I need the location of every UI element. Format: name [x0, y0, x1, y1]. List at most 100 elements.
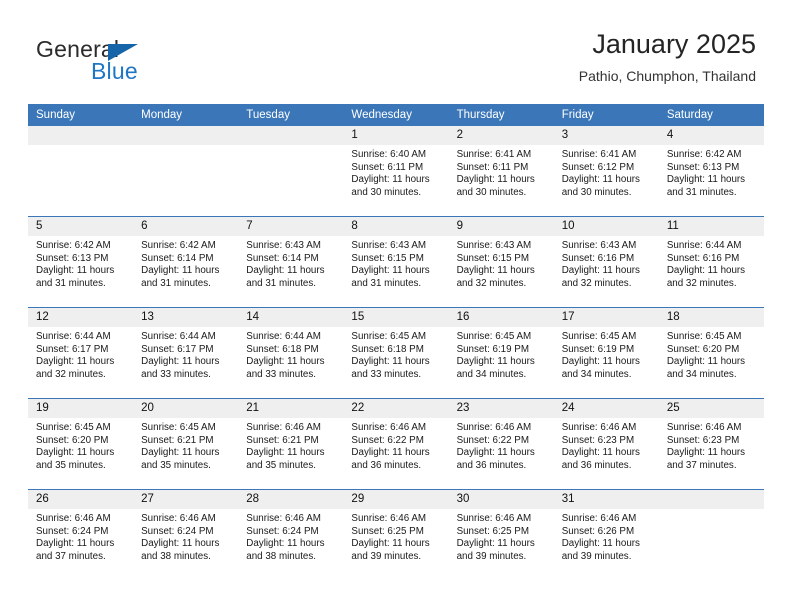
day-details: Sunrise: 6:46 AM Sunset: 6:22 PM Daylight:…	[343, 418, 448, 472]
daylight-text-line2: and 34 minutes.	[666, 368, 737, 380]
calendar-day-cell[interactable]: 25 Sunrise: 6:46 AM Sunset: 6:23 PM Dayligh…	[658, 398, 764, 490]
calendar-day-cell[interactable]: 29 Sunrise: 6:46 AM Sunset: 6:25 PM Dayligh…	[343, 489, 449, 580]
calendar-day-cell[interactable]: 11 Sunrise: 6:44 AM Sunset: 6:16 PM Dayligh…	[658, 216, 764, 308]
daylight-text-line1: Daylight: 11 hours	[246, 356, 325, 368]
calendar-day-cell[interactable]: 30 Sunrise: 6:46 AM Sunset: 6:25 PM Dayligh…	[448, 489, 554, 580]
day-number: 25	[658, 399, 764, 418]
calendar-day-cell[interactable]: 22 Sunrise: 6:46 AM Sunset: 6:22 PM Dayligh…	[343, 398, 449, 490]
day-details: Sunrise: 6:45 AM Sunset: 6:20 PM Daylight:…	[28, 418, 133, 472]
day-number: 11	[658, 217, 764, 236]
calendar-week-row: 26 Sunrise: 6:46 AM Sunset: 6:24 PM Dayligh…	[28, 489, 764, 580]
calendar-day-cell[interactable]: 26 Sunrise: 6:46 AM Sunset: 6:24 PM Dayligh…	[28, 489, 134, 580]
calendar-day-cell[interactable]: 23 Sunrise: 6:46 AM Sunset: 6:22 PM Dayligh…	[448, 398, 554, 490]
calendar-day-cell[interactable]: 20 Sunrise: 6:45 AM Sunset: 6:21 PM Dayligh…	[133, 398, 239, 490]
calendar-day-cell[interactable]: 14 Sunrise: 6:44 AM Sunset: 6:18 PM Dayligh…	[238, 307, 344, 399]
calendar-day-cell[interactable]: 24 Sunrise: 6:46 AM Sunset: 6:23 PM Dayligh…	[553, 398, 659, 490]
day-details: Sunrise: 6:45 AM Sunset: 6:21 PM Daylight:…	[133, 418, 238, 472]
daylight-text-line1: Daylight: 11 hours	[666, 447, 746, 459]
calendar-day-cell[interactable]: 28 Sunrise: 6:46 AM Sunset: 6:24 PM Dayligh…	[238, 489, 344, 580]
sunrise-text: Sunrise: 6:45 AM	[666, 331, 742, 342]
daylight-text-line1: Daylight: 11 hours	[36, 447, 115, 459]
daylight-text-line2: and 35 minutes.	[246, 459, 316, 471]
calendar-table: Sunday Monday Tuesday Wednesday Thursday Frid…	[28, 104, 764, 580]
calendar-day-cell[interactable]: 19 Sunrise: 6:45 AM Sunset: 6:20 PM Dayligh…	[28, 398, 134, 490]
sunset-text: Sunset: 6:20 PM	[36, 434, 109, 446]
daylight-text-line2: and 33 minutes.	[141, 368, 211, 380]
calendar-day-cell[interactable]: 3 Sunrise: 6:41 AM Sunset: 6:12 PM Daylight…	[553, 126, 659, 217]
day-details: Sunrise: 6:46 AM Sunset: 6:25 PM Daylight:…	[449, 509, 554, 563]
calendar-day-cell[interactable]: 13 Sunrise: 6:44 AM Sunset: 6:17 PM Dayligh…	[133, 307, 239, 399]
day-number: 26	[28, 490, 134, 509]
weekday-header-tuesday: Tuesday	[238, 104, 344, 126]
day-details: Sunrise: 6:44 AM Sunset: 6:16 PM Daylight:…	[659, 236, 764, 290]
day-number	[658, 490, 764, 509]
day-details: Sunrise: 6:43 AM Sunset: 6:15 PM Daylight:…	[449, 236, 554, 290]
day-number: 10	[553, 217, 659, 236]
calendar-day-cell[interactable]: 27 Sunrise: 6:46 AM Sunset: 6:24 PM Dayligh…	[133, 489, 239, 580]
calendar-day-cell[interactable]: 1 Sunrise: 6:40 AM Sunset: 6:11 PM Daylight…	[343, 126, 449, 217]
sunset-text: Sunset: 6:13 PM	[36, 252, 109, 264]
sunrise-text: Sunrise: 6:46 AM	[351, 422, 427, 433]
day-details: Sunrise: 6:44 AM Sunset: 6:18 PM Daylight:…	[238, 327, 343, 381]
day-number: 21	[238, 399, 344, 418]
day-number: 15	[343, 308, 449, 327]
day-details: Sunrise: 6:46 AM Sunset: 6:23 PM Daylight:…	[659, 418, 764, 472]
calendar-day-cell[interactable]: 5 Sunrise: 6:42 AM Sunset: 6:13 PM Daylight…	[28, 216, 134, 308]
sunrise-text: Sunrise: 6:46 AM	[561, 422, 637, 433]
sunset-text: Sunset: 6:22 PM	[351, 434, 424, 446]
calendar-day-cell[interactable]: 18 Sunrise: 6:45 AM Sunset: 6:20 PM Dayligh…	[658, 307, 764, 399]
brand-logo[interactable]: General Blue	[36, 36, 276, 88]
calendar-day-cell[interactable]: 16 Sunrise: 6:45 AM Sunset: 6:19 PM Dayligh…	[448, 307, 554, 399]
day-details: Sunrise: 6:45 AM Sunset: 6:19 PM Daylight:…	[554, 327, 659, 381]
daylight-text-line2: and 32 minutes.	[561, 277, 632, 289]
calendar-cell-empty	[238, 126, 344, 217]
calendar-day-cell[interactable]: 7 Sunrise: 6:43 AM Sunset: 6:14 PM Daylight…	[238, 216, 344, 308]
daylight-text-line2: and 34 minutes.	[561, 368, 632, 380]
sunrise-text: Sunrise: 6:43 AM	[351, 240, 427, 251]
page-header: General Blue January 2025 Pathio, Chumph…	[0, 0, 792, 104]
daylight-text-line1: Daylight: 11 hours	[36, 538, 115, 550]
sunrise-text: Sunrise: 6:46 AM	[456, 513, 532, 524]
day-number: 30	[448, 490, 554, 509]
day-details: Sunrise: 6:44 AM Sunset: 6:17 PM Daylight:…	[28, 327, 133, 381]
day-number: 27	[133, 490, 239, 509]
calendar-day-cell[interactable]: 17 Sunrise: 6:45 AM Sunset: 6:19 PM Dayligh…	[553, 307, 659, 399]
day-details: Sunrise: 6:46 AM Sunset: 6:26 PM Daylight:…	[554, 509, 659, 563]
calendar-day-cell[interactable]: 12 Sunrise: 6:44 AM Sunset: 6:17 PM Dayligh…	[28, 307, 134, 399]
calendar-day-cell[interactable]: 4 Sunrise: 6:42 AM Sunset: 6:13 PM Daylight…	[658, 126, 764, 217]
daylight-text-line1: Daylight: 11 hours	[456, 265, 535, 277]
calendar-day-cell[interactable]: 6 Sunrise: 6:42 AM Sunset: 6:14 PM Daylight…	[133, 216, 239, 308]
calendar-day-cell[interactable]: 8 Sunrise: 6:43 AM Sunset: 6:15 PM Daylight…	[343, 216, 449, 308]
day-number: 23	[448, 399, 554, 418]
day-details: Sunrise: 6:46 AM Sunset: 6:23 PM Daylight:…	[554, 418, 659, 472]
calendar-day-cell[interactable]: 21 Sunrise: 6:46 AM Sunset: 6:21 PM Dayligh…	[238, 398, 344, 490]
calendar-header-row: Sunday Monday Tuesday Wednesday Thursday Frid…	[28, 104, 764, 126]
day-details: Sunrise: 6:41 AM Sunset: 6:11 PM Daylight:…	[449, 145, 554, 199]
day-number: 24	[553, 399, 659, 418]
day-number: 28	[238, 490, 344, 509]
sunrise-text: Sunrise: 6:44 AM	[36, 331, 111, 342]
calendar-day-cell[interactable]: 9 Sunrise: 6:43 AM Sunset: 6:15 PM Daylight…	[448, 216, 554, 308]
daylight-text-line1: Daylight: 11 hours	[456, 174, 535, 186]
calendar-week-row: 1 Sunrise: 6:40 AM Sunset: 6:11 PM Daylight…	[28, 126, 764, 217]
calendar-day-cell[interactable]: 2 Sunrise: 6:41 AM Sunset: 6:11 PM Daylight…	[448, 126, 554, 217]
daylight-text-line1: Daylight: 11 hours	[351, 447, 430, 459]
daylight-text-line2: and 31 minutes.	[351, 277, 422, 289]
sunrise-text: Sunrise: 6:46 AM	[351, 513, 427, 524]
calendar-cell-empty	[133, 126, 239, 217]
sunset-text: Sunset: 6:15 PM	[456, 252, 529, 264]
sunset-text: Sunset: 6:25 PM	[456, 525, 529, 537]
calendar-day-cell[interactable]: 15 Sunrise: 6:45 AM Sunset: 6:18 PM Dayligh…	[343, 307, 449, 399]
day-number: 5	[28, 217, 134, 236]
calendar-cell-empty	[28, 126, 134, 217]
calendar-day-cell[interactable]: 10 Sunrise: 6:43 AM Sunset: 6:16 PM Dayligh…	[553, 216, 659, 308]
sunrise-text: Sunrise: 6:46 AM	[456, 422, 532, 433]
sunset-text: Sunset: 6:17 PM	[36, 343, 109, 355]
day-number: 22	[343, 399, 449, 418]
calendar-day-cell[interactable]: 31 Sunrise: 6:46 AM Sunset: 6:26 PM Dayligh…	[553, 489, 659, 580]
daylight-text-line2: and 36 minutes.	[456, 459, 527, 471]
daylight-text-line2: and 39 minutes.	[351, 550, 422, 562]
sunset-text: Sunset: 6:11 PM	[456, 161, 529, 173]
daylight-text-line2: and 31 minutes.	[36, 277, 106, 289]
weekday-header-friday: Friday	[553, 104, 659, 126]
